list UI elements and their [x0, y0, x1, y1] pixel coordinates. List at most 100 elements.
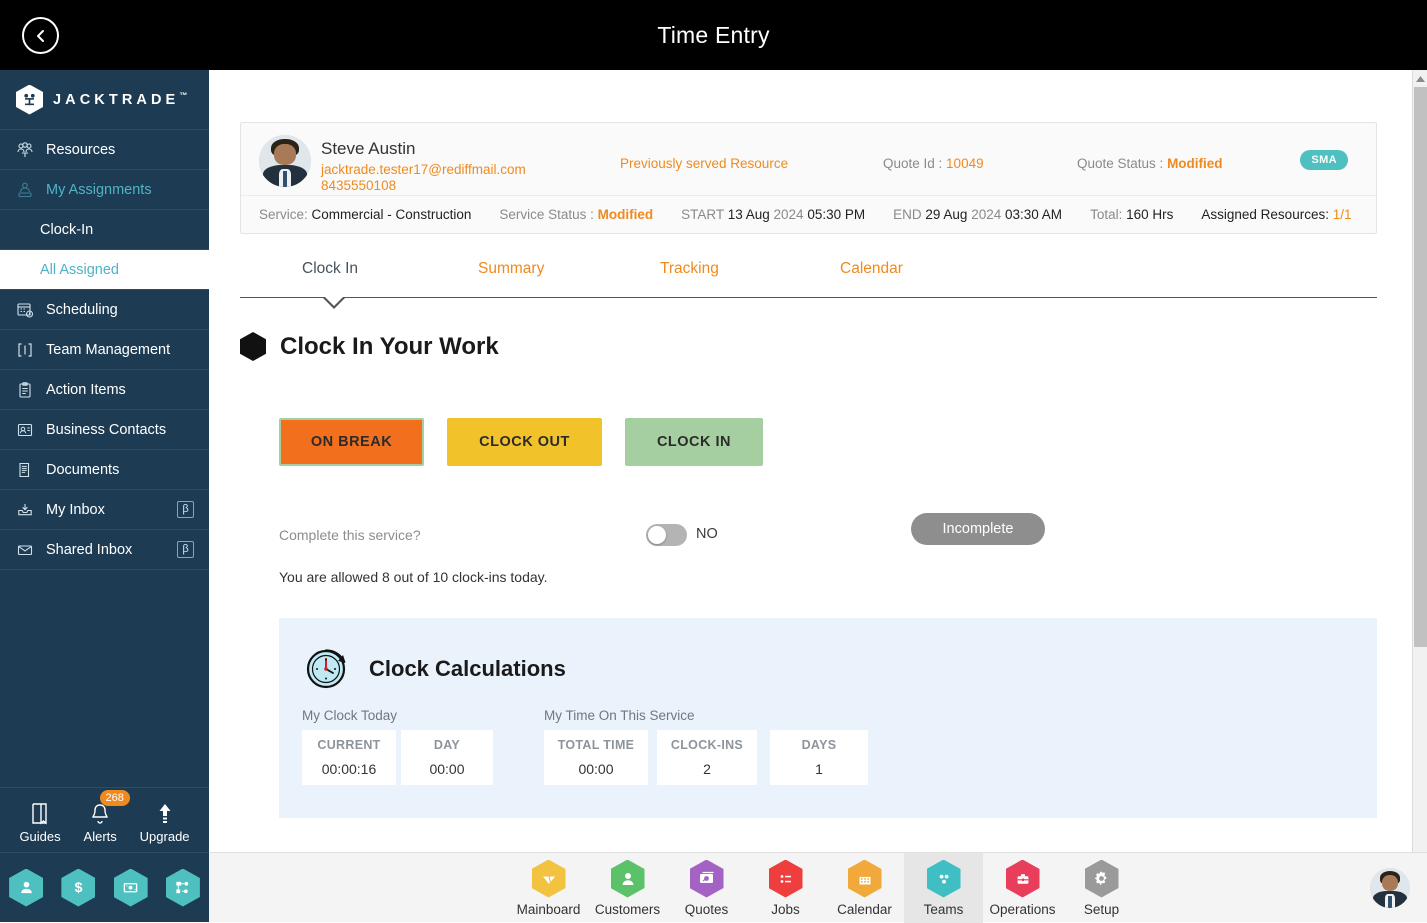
on-break-button[interactable]: ON BREAK: [279, 418, 424, 466]
stat-clock-ins: CLOCK-INS 2: [657, 730, 757, 785]
stat-days: DAYS 1: [770, 730, 868, 785]
beta-badge: β: [177, 501, 194, 518]
bottom-nav-bar: Mainboard Customers Quotes: [209, 852, 1427, 922]
jacktrade-hex-icon: [16, 85, 43, 115]
page-title: Time Entry: [0, 0, 1427, 70]
group-label-my-time-on-service: My Time On This Service: [544, 708, 695, 723]
sidebar-item-scheduling[interactable]: Scheduling: [0, 290, 209, 330]
upgrade-label: Upgrade: [140, 829, 190, 844]
stat-value: 00:00: [578, 761, 613, 777]
sidebar-item-label: All Assigned: [40, 262, 119, 278]
start-day: 13 Aug: [728, 207, 770, 222]
alerts-button[interactable]: 268 Alerts: [84, 798, 117, 844]
bottom-nav-operations[interactable]: Operations: [983, 853, 1062, 923]
assignment-info-card: Steve Austin jacktrade.tester17@rediffma…: [240, 122, 1377, 234]
sidebar-item-clock-in[interactable]: Clock-In: [0, 210, 209, 250]
assigned-value: 1/1: [1333, 207, 1352, 222]
total-value: 160 Hrs: [1126, 207, 1173, 222]
tab-clock-in[interactable]: Clock In: [302, 260, 358, 278]
start-field: START 13 Aug 2024 05:30 PM: [681, 207, 865, 222]
document-icon: [15, 460, 34, 479]
group-label-my-clock-today: My Clock Today: [302, 708, 397, 723]
section-title: Clock In Your Work: [280, 333, 499, 361]
resource-email[interactable]: jacktrade.tester17@rediffmail.com: [321, 162, 526, 177]
sidebar-item-all-assigned[interactable]: All Assigned: [0, 250, 209, 290]
tab-calendar[interactable]: Calendar: [840, 260, 903, 278]
end-field: END 29 Aug 2024 03:30 AM: [893, 207, 1062, 222]
sidebar-item-label: Documents: [46, 462, 119, 478]
sidebar-item-label: Team Management: [46, 342, 170, 358]
dollar-icon: $: [70, 879, 87, 896]
vertical-scrollbar[interactable]: [1412, 70, 1427, 852]
service-value: Commercial - Construction: [312, 207, 472, 222]
operations-briefcase-icon: [1006, 860, 1040, 898]
gear-icon: [1085, 860, 1119, 898]
bottom-nav-jobs[interactable]: Jobs: [746, 853, 825, 923]
guides-button[interactable]: Guides: [19, 798, 60, 844]
sidebar-tools: Guides 268 Alerts Upgrade: [0, 787, 209, 852]
bottom-nav-teams[interactable]: Teams: [904, 853, 983, 923]
scroll-up-arrow-icon[interactable]: [1413, 70, 1427, 87]
workflow-shortcut-button[interactable]: [166, 869, 200, 907]
people-group-icon: [15, 140, 34, 159]
bottom-nav-label: Quotes: [685, 902, 729, 917]
sma-badge: SMA: [1300, 150, 1348, 170]
sidebar-item-my-inbox[interactable]: My Inbox β: [0, 490, 209, 530]
start-label: START: [681, 207, 724, 222]
sidebar-item-business-contacts[interactable]: Business Contacts: [0, 410, 209, 450]
resource-phone[interactable]: 8435550108: [321, 178, 396, 193]
bottom-nav-setup[interactable]: Setup: [1062, 853, 1141, 923]
jobs-list-icon: [769, 860, 803, 898]
inbox-download-icon: [15, 500, 34, 519]
sidebar-item-documents[interactable]: Documents: [0, 450, 209, 490]
toggle-knob: [648, 526, 666, 544]
svg-text:$: $: [74, 880, 82, 896]
stopwatch-clock-icon: [301, 640, 353, 697]
money-transfer-shortcut-button[interactable]: [114, 869, 148, 907]
quote-status-label: Quote Status :: [1077, 156, 1167, 171]
sidebar-item-action-items[interactable]: Action Items: [0, 370, 209, 410]
tab-tracking[interactable]: Tracking: [660, 260, 719, 278]
assigned-resources-field: Assigned Resources: 1/1: [1201, 207, 1351, 222]
scrollbar-thumb[interactable]: [1414, 87, 1427, 647]
sidebar-item-resources[interactable]: Resources: [0, 130, 209, 170]
status-badge[interactable]: Incomplete: [911, 513, 1045, 545]
sidebar-item-label: Resources: [46, 142, 115, 158]
avatar-portrait: [1370, 868, 1410, 908]
brand-name: JACKTRADE™: [53, 91, 187, 108]
brand-logo[interactable]: JACKTRADE™: [0, 70, 209, 130]
bottom-nav-label: Setup: [1084, 902, 1119, 917]
quote-status-value: Modified: [1167, 156, 1223, 171]
clock-in-button[interactable]: CLOCK IN: [625, 418, 763, 466]
sidebar-item-team-management[interactable]: Team Management: [0, 330, 209, 370]
assigned-label: Assigned Resources:: [1201, 207, 1329, 222]
end-time: 03:30 AM: [1005, 207, 1062, 222]
arrow-up-icon: [140, 798, 190, 826]
trademark-symbol: ™: [179, 91, 187, 100]
sidebar-shortcut-row: $: [0, 852, 209, 922]
calendar-clock-icon: [15, 300, 34, 319]
bottom-nav-customers[interactable]: Customers: [588, 853, 667, 923]
service-status-label: Service Status :: [499, 207, 594, 222]
payments-shortcut-button[interactable]: $: [61, 869, 95, 907]
clock-out-button[interactable]: CLOCK OUT: [447, 418, 602, 466]
sidebar-item-my-assignments[interactable]: My Assignments: [0, 170, 209, 210]
stat-key: TOTAL TIME: [558, 738, 635, 752]
main-content: Steve Austin jacktrade.tester17@rediffma…: [209, 70, 1412, 852]
sidebar-item-shared-inbox[interactable]: Shared Inbox β: [0, 530, 209, 570]
envelope-icon: [15, 540, 34, 559]
stat-key: DAYS: [802, 738, 837, 752]
stat-value: 00:00: [429, 761, 464, 777]
stat-current: CURRENT 00:00:16: [302, 730, 396, 785]
tab-summary[interactable]: Summary: [478, 260, 544, 278]
hexagon-bullet-icon: [240, 332, 266, 361]
user-shortcut-button[interactable]: [9, 869, 43, 907]
bottom-nav-quotes[interactable]: Quotes: [667, 853, 746, 923]
user-avatar[interactable]: [1370, 868, 1410, 908]
bottom-nav-mainboard[interactable]: Mainboard: [509, 853, 588, 923]
service-field: Service: Commercial - Construction: [259, 207, 471, 222]
complete-service-toggle[interactable]: [646, 524, 687, 546]
upgrade-button[interactable]: Upgrade: [140, 798, 190, 844]
bottom-nav-calendar[interactable]: Calendar: [825, 853, 904, 923]
sidebar-item-label: Business Contacts: [46, 422, 166, 438]
